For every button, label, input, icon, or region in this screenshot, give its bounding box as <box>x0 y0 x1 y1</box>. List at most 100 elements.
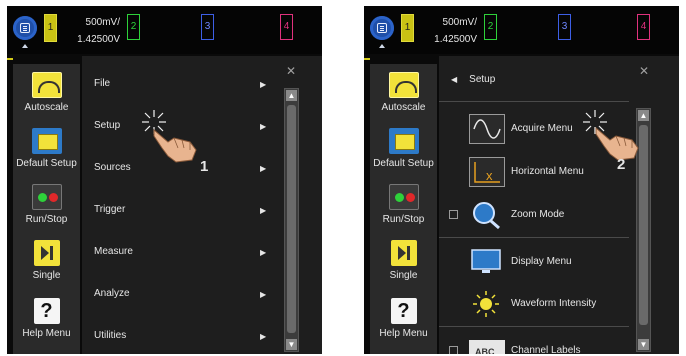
autoscale-button[interactable]: Autoscale <box>370 72 437 113</box>
channel-2-badge[interactable]: 2 <box>127 14 140 40</box>
autoscale-icon <box>31 72 62 98</box>
run-stop-label: Run/Stop <box>25 214 68 225</box>
volts-per-div: 500mV/ <box>85 17 120 28</box>
channel-1-badge[interactable]: 1 <box>44 14 57 42</box>
arrow-down-icon[interactable]: ▼ <box>638 339 649 350</box>
arrow-up-icon[interactable]: ▲ <box>286 90 297 101</box>
submenu-title: Setup <box>469 74 496 85</box>
run-stop-label: Run/Stop <box>382 214 425 225</box>
menu-scrollbar[interactable]: ▲ ▼ <box>284 88 299 352</box>
menu-item-trigger[interactable]: Trigger <box>94 204 270 215</box>
menu-item-label: Measure <box>94 246 133 257</box>
display-menu-label: Display Menu <box>511 256 572 267</box>
top-bar: 1 500mV/ 1.42500V 2 3 4 <box>7 6 322 54</box>
waveform-intensity-item[interactable]: Waveform Intensity <box>449 289 619 319</box>
divider <box>439 237 629 238</box>
menu-item-utilities[interactable]: Utilities <box>94 330 270 341</box>
channel-2-badge[interactable]: 2 <box>484 14 497 40</box>
close-icon[interactable]: ✕ <box>639 64 649 78</box>
single-button[interactable]: Single <box>370 240 437 281</box>
channel-labels-checkbox[interactable] <box>449 346 458 354</box>
channel-4-badge[interactable]: 4 <box>280 14 293 40</box>
zoom-mode-checkbox[interactable] <box>449 210 458 219</box>
help-menu-button[interactable]: ? Help Menu <box>370 298 437 339</box>
help-icon: ? <box>33 298 60 324</box>
scroll-thumb[interactable] <box>287 105 296 333</box>
autoscale-label: Autoscale <box>381 102 426 113</box>
menu-item-measure[interactable]: Measure <box>94 246 270 257</box>
offset-value: 1.42500V <box>434 34 477 45</box>
default-setup-label: Default Setup <box>16 158 77 169</box>
single-icon <box>390 240 417 266</box>
run-stop-icon <box>388 184 419 210</box>
main-menu-button[interactable] <box>370 16 394 48</box>
channel-3-badge[interactable]: 3 <box>558 14 571 40</box>
single-button[interactable]: Single <box>13 240 80 281</box>
acquire-menu-label: Acquire Menu <box>511 123 573 134</box>
label-tag-icon: ABC <box>469 340 505 354</box>
channel-1-scale[interactable]: 500mV/ 1.42500V <box>60 14 120 48</box>
horizontal-axis-icon: x <box>469 157 505 187</box>
oscilloscope-screen-step-1: 1 500mV/ 1.42500V 2 3 4 Autoscale Defaul… <box>7 6 322 354</box>
signal-trace <box>7 58 13 60</box>
default-setup-icon <box>31 128 62 154</box>
default-setup-button[interactable]: Default Setup <box>13 128 80 169</box>
step-number: 1 <box>200 158 209 175</box>
close-icon[interactable]: ✕ <box>286 64 296 78</box>
autoscale-button[interactable]: Autoscale <box>13 72 80 113</box>
triangle-right-icon: ▶ <box>260 332 267 341</box>
scroll-thumb[interactable] <box>639 125 648 325</box>
pointing-hand-icon <box>153 128 197 163</box>
menu-item-label: Setup <box>94 120 121 131</box>
triangle-right-icon: ▶ <box>260 290 267 299</box>
channel-1-scale[interactable]: 500mV/ 1.42500V <box>417 14 477 48</box>
triangle-right-icon: ▶ <box>260 164 267 173</box>
sine-wave-icon <box>469 114 505 144</box>
channel-1-badge[interactable]: 1 <box>401 14 414 42</box>
triangle-right-icon: ▶ <box>260 122 267 131</box>
oscilloscope-screen-step-2: 1 500mV/ 1.42500V 2 3 4 Autoscale Defaul… <box>364 6 679 354</box>
menu-item-analyze[interactable]: Analyze <box>94 288 270 299</box>
autoscale-icon <box>388 72 419 98</box>
autoscale-label: Autoscale <box>24 102 69 113</box>
svg-text:x: x <box>486 168 493 183</box>
help-icon: ? <box>390 298 417 324</box>
monitor-icon <box>469 247 505 277</box>
menu-item-label: Utilities <box>94 330 127 341</box>
sun-icon <box>469 289 505 319</box>
channel-3-badge[interactable]: 3 <box>201 14 214 40</box>
magnifier-icon <box>469 200 505 230</box>
zoom-mode-item[interactable]: Zoom Mode <box>449 200 619 230</box>
waveform-intensity-label: Waveform Intensity <box>511 298 597 309</box>
offset-value: 1.42500V <box>77 34 120 45</box>
menu-item-label: Sources <box>94 162 131 173</box>
triangle-right-icon: ▶ <box>260 80 267 89</box>
divider <box>439 101 629 102</box>
channel-4-badge[interactable]: 4 <box>637 14 650 40</box>
menu-item-label: File <box>94 78 111 89</box>
run-stop-button[interactable]: Run/Stop <box>370 184 437 225</box>
run-stop-button[interactable]: Run/Stop <box>13 184 80 225</box>
horizontal-menu-label: Horizontal Menu <box>511 166 584 177</box>
step-number: 2 <box>617 156 626 173</box>
caret-down-icon <box>22 44 28 48</box>
triangle-left-icon: ◀ <box>451 75 458 84</box>
submenu-header[interactable]: ◀ Setup <box>451 74 495 85</box>
arrow-down-icon[interactable]: ▼ <box>286 339 297 350</box>
menu-icon <box>377 23 387 33</box>
main-menu-button[interactable] <box>13 16 37 48</box>
menu-item-file[interactable]: File <box>94 78 270 89</box>
quick-action-sidebar: Autoscale Default Setup Run/Stop Single … <box>13 64 80 354</box>
quick-action-sidebar: Autoscale Default Setup Run/Stop Single … <box>370 64 437 354</box>
triangle-right-icon: ▶ <box>260 206 267 215</box>
run-stop-icon <box>31 184 62 210</box>
channel-labels-item[interactable]: ABC Channel Labels <box>449 336 619 354</box>
help-menu-label: Help Menu <box>22 328 71 339</box>
arrow-up-icon[interactable]: ▲ <box>638 110 649 121</box>
help-menu-button[interactable]: ? Help Menu <box>13 298 80 339</box>
default-setup-button[interactable]: Default Setup <box>370 128 437 169</box>
default-setup-label: Default Setup <box>373 158 434 169</box>
main-menu: ✕ File ▶ Setup ▶ Sources ▶ Trigger ▶ Mea… <box>82 56 322 354</box>
top-bar: 1 500mV/ 1.42500V 2 3 4 <box>364 6 679 54</box>
display-menu-item[interactable]: Display Menu <box>449 247 619 277</box>
